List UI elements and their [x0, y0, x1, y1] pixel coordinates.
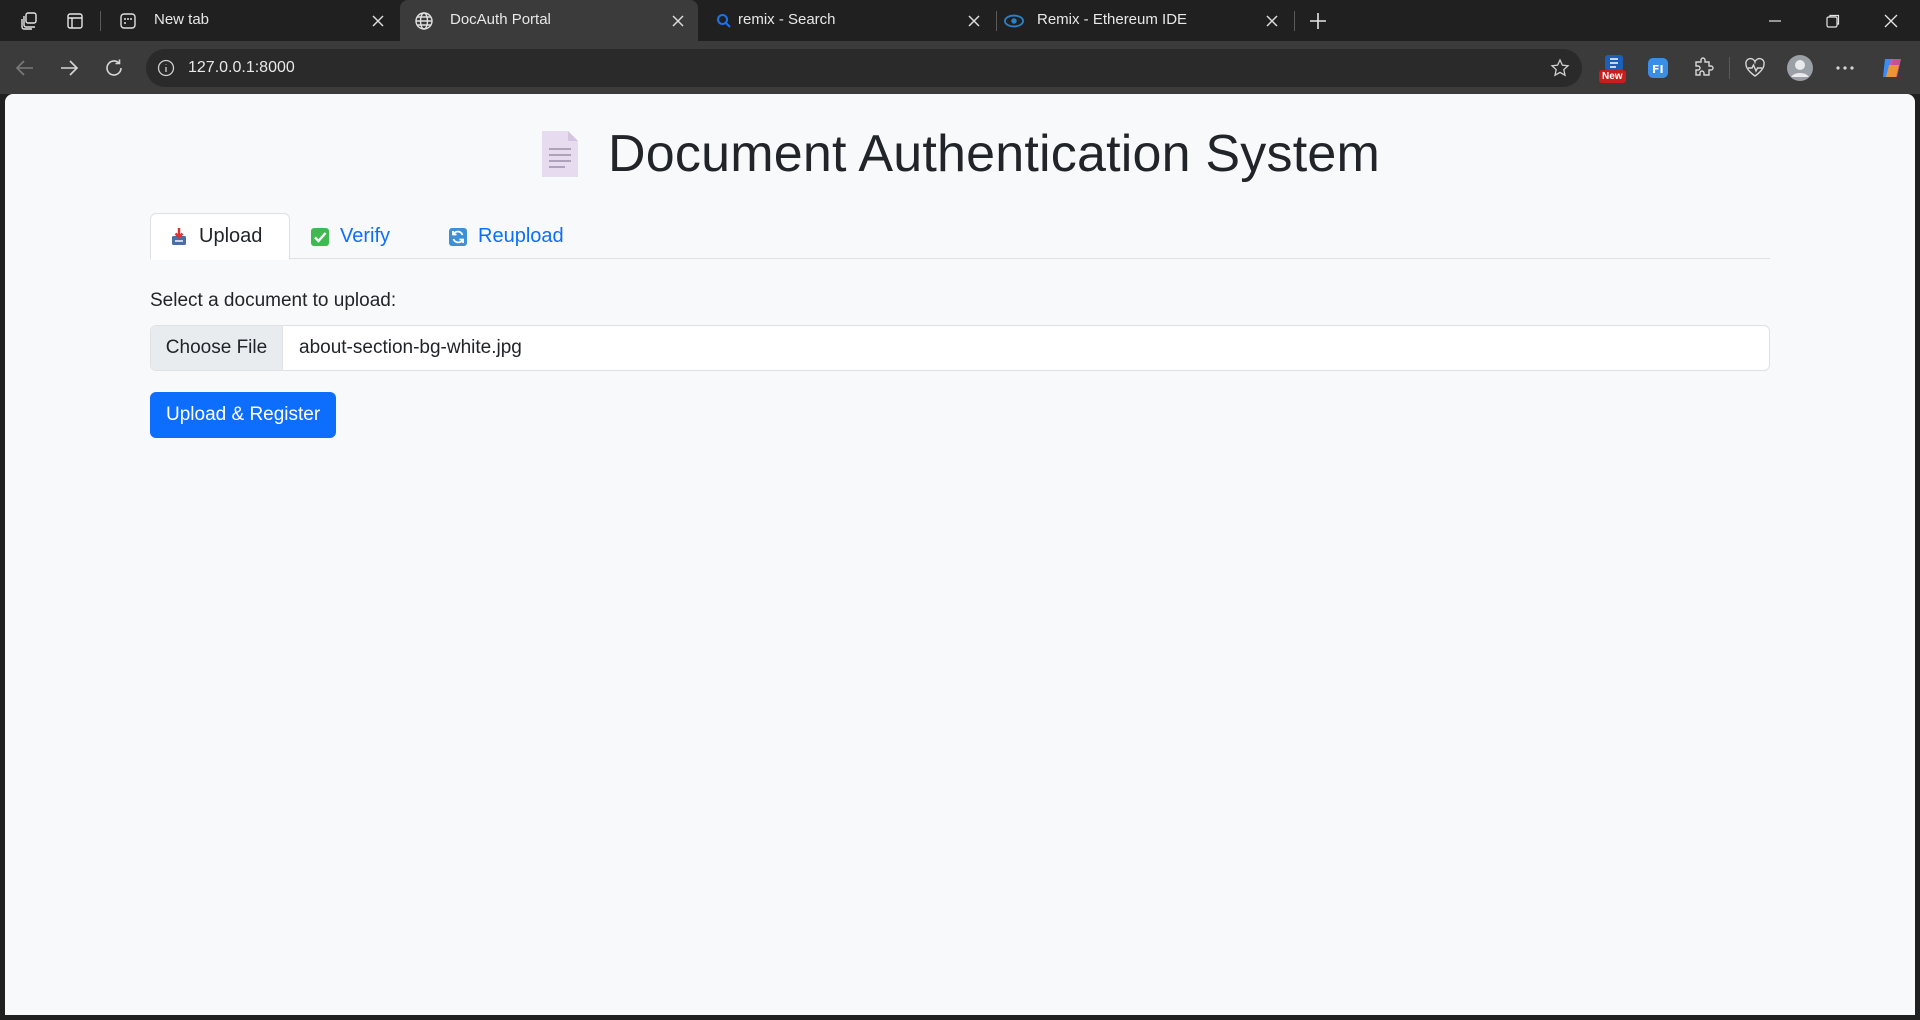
tab-title: remix - Search — [738, 11, 836, 28]
upload-register-button[interactable]: Upload & Register — [150, 392, 337, 438]
close-icon[interactable] — [666, 9, 690, 33]
search-icon — [714, 11, 734, 31]
restore-icon[interactable] — [1804, 0, 1862, 41]
browser-tab-strip: New tab DocAuth Portal remix - Search Re… — [0, 0, 1920, 41]
browser-toolbar: 127.0.0.1:8000 New FI — [0, 41, 1920, 94]
more-menu-icon[interactable] — [1828, 51, 1862, 85]
remix-logo-icon — [1004, 11, 1024, 31]
profile-avatar-icon[interactable] — [1783, 51, 1817, 85]
reload-icon[interactable] — [97, 51, 131, 85]
tab-upload[interactable]: Upload — [150, 213, 290, 260]
file-input[interactable]: Choose File about-section-bg-white.jpg — [150, 325, 1770, 371]
extension-new-icon[interactable]: New — [1597, 51, 1631, 85]
selected-file-name: about-section-bg-white.jpg — [299, 337, 522, 358]
tab-title: New tab — [154, 11, 210, 28]
file-input-label: Select a document to upload: — [150, 290, 397, 311]
forward-arrow-icon[interactable] — [52, 51, 86, 85]
close-icon[interactable] — [366, 9, 390, 33]
tab-title: Remix - Ethereum IDE — [1037, 11, 1188, 28]
refresh-icon — [448, 227, 468, 247]
browser-tab-remix-ide[interactable]: Remix - Ethereum IDE — [998, 0, 1292, 41]
favorite-star-icon[interactable] — [1548, 56, 1572, 80]
inbox-tray-icon — [169, 227, 189, 247]
browser-tab-docauth[interactable]: DocAuth Portal — [400, 0, 698, 41]
address-url[interactable]: 127.0.0.1:8000 — [188, 59, 295, 77]
new-tab-plus-icon[interactable] — [1300, 6, 1336, 36]
copilot-icon[interactable] — [1875, 51, 1909, 85]
browser-tab-new-tab[interactable]: New tab — [104, 0, 398, 41]
new-badge: New — [1599, 70, 1626, 83]
page-title: Document Authentication System — [608, 125, 1380, 183]
workspaces-icon[interactable] — [12, 6, 48, 36]
new-tab-icon — [118, 11, 138, 31]
address-bar[interactable]: 127.0.0.1:8000 — [146, 49, 1582, 87]
extensions-puzzle-icon[interactable] — [1687, 51, 1721, 85]
tab-verify-label: Verify — [340, 225, 391, 247]
svg-text:FI: FI — [1652, 63, 1664, 76]
page-header: Document Authentication System — [5, 124, 1915, 184]
window-close-icon[interactable] — [1862, 0, 1920, 41]
page-viewport: Document Authentication System Upload Ve… — [5, 94, 1915, 1015]
window-bottom-border — [0, 1015, 1920, 1020]
document-tabs: Upload Verify Reupload — [150, 213, 1770, 260]
tab-upload-label: Upload — [199, 225, 263, 247]
back-arrow-icon[interactable] — [8, 51, 42, 85]
tab-reupload-label: Reupload — [478, 225, 564, 247]
browser-essentials-heart-icon[interactable] — [1738, 51, 1772, 85]
tab-verify[interactable]: Verify — [291, 213, 409, 260]
close-icon[interactable] — [962, 9, 986, 33]
document-icon — [540, 129, 580, 179]
minimize-icon[interactable] — [1746, 0, 1804, 41]
check-mark-icon — [310, 227, 330, 247]
choose-file-button[interactable]: Choose File — [151, 326, 283, 370]
globe-icon — [414, 11, 434, 31]
fi-extension-icon[interactable]: FI — [1641, 51, 1675, 85]
tab-reupload[interactable]: Reupload — [429, 213, 583, 260]
close-icon[interactable] — [1260, 9, 1284, 33]
tab-actions-icon[interactable] — [57, 6, 93, 36]
browser-tab-remix-search[interactable]: remix - Search — [700, 0, 994, 41]
tab-title: DocAuth Portal — [450, 11, 551, 28]
site-info-icon[interactable] — [154, 56, 178, 80]
